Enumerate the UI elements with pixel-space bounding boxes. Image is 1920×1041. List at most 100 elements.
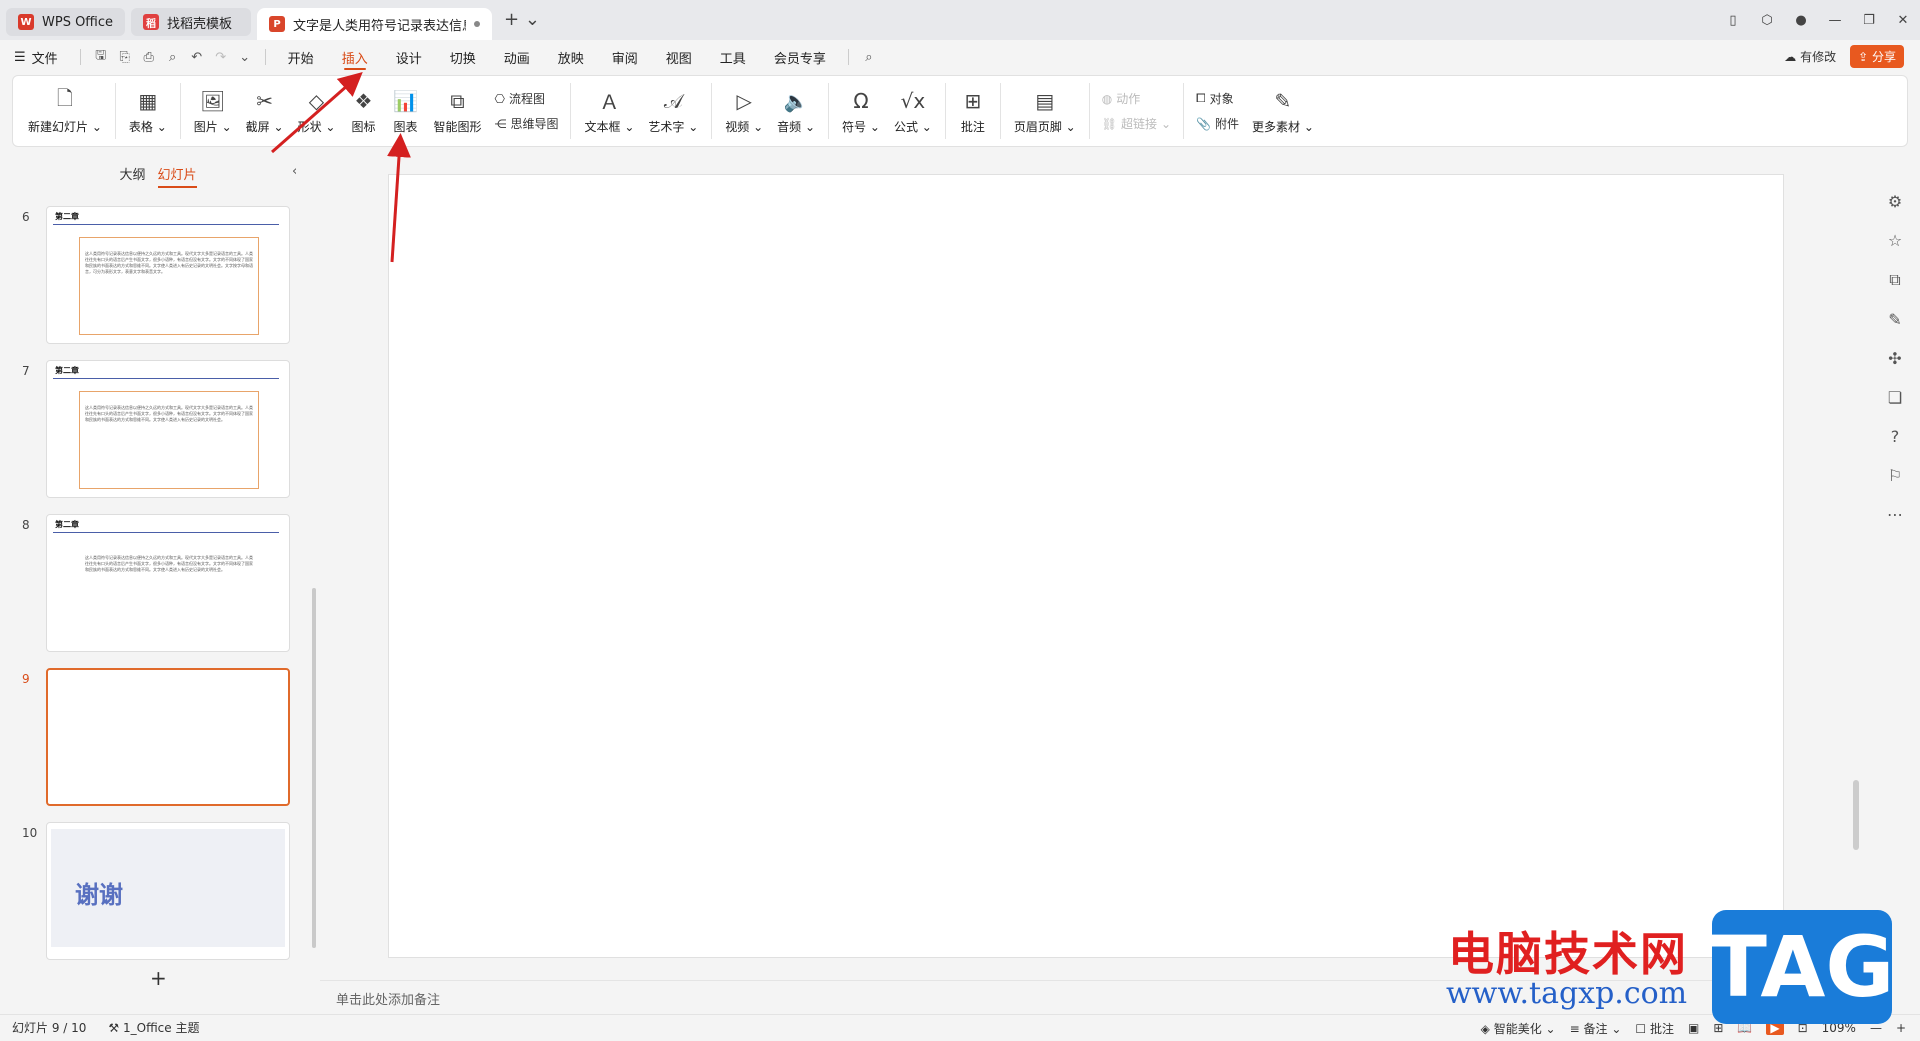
mouse-icon: ◍ bbox=[1101, 91, 1113, 106]
comment-label: 批注 bbox=[960, 119, 985, 134]
thumb-title: 第二章 bbox=[55, 520, 79, 529]
menu-insert[interactable]: 插入 bbox=[328, 40, 382, 74]
shape-button[interactable]: ◇ 形状 ⌄ bbox=[291, 78, 343, 144]
more-material-button[interactable]: ✎ 更多素材 ⌄ bbox=[1245, 78, 1321, 144]
settings-sliders-icon[interactable]: ⚙ bbox=[1888, 192, 1902, 211]
collapse-panel-icon[interactable]: ‹ bbox=[292, 164, 297, 179]
tab-docer-templates[interactable]: 稻 找稻壳模板 bbox=[131, 8, 252, 36]
slide-thumb-row[interactable]: 6 第二章 这人类用符号记录表达信息以便持之久远的方式和工具。现代文字大多是记录… bbox=[0, 206, 300, 346]
menu-member[interactable]: 会员专享 bbox=[760, 40, 840, 74]
textbox-button[interactable]: Ａ 文本框 ⌄ bbox=[577, 78, 641, 144]
chart-button[interactable]: 📊 图表 bbox=[384, 78, 426, 144]
menu-view[interactable]: 视图 bbox=[652, 40, 706, 74]
header-footer-label: 页眉页脚 bbox=[1013, 119, 1062, 134]
wps-logo-icon: W bbox=[18, 14, 34, 30]
tab-outline[interactable]: 大纲 bbox=[119, 164, 145, 188]
header-footer-button[interactable]: ▤ 页眉页脚 ⌄ bbox=[1007, 78, 1083, 144]
save-icon[interactable]: 🖫 bbox=[89, 45, 113, 69]
star-icon[interactable]: ☆ bbox=[1888, 231, 1902, 250]
share-button[interactable]: ⇪ 分享 bbox=[1850, 45, 1904, 68]
canvas-scrollbar[interactable] bbox=[1853, 160, 1859, 850]
video-button[interactable]: ▷ 视频 ⌄ bbox=[718, 78, 770, 144]
object-button[interactable]: ⧠ 对象 bbox=[1196, 90, 1239, 107]
add-slide-icon[interactable]: + bbox=[150, 966, 167, 990]
theme-button[interactable]: ⚒ 1_Office 主题 bbox=[108, 1019, 199, 1036]
search-icon[interactable]: ⌕ bbox=[857, 45, 881, 69]
picture-button[interactable]: 🖼 图片 ⌄ bbox=[187, 78, 239, 144]
cube-icon[interactable]: ⬡ bbox=[1750, 8, 1784, 32]
audio-button[interactable]: 🔈 音频 ⌄ bbox=[770, 78, 822, 144]
shirt-icon[interactable]: ⚐ bbox=[1888, 466, 1902, 485]
smartart-button[interactable]: ⧉ 智能图形 bbox=[426, 78, 488, 144]
panel-scrollbar[interactable] bbox=[312, 588, 316, 948]
print-preview-icon[interactable]: ⌕ bbox=[161, 45, 185, 69]
thumb-body: 这人类用符号记录表达信息以便持之久远的方式和工具。现代文字大多是记录语言的工具。… bbox=[85, 251, 253, 274]
more-icon[interactable]: ⋯ bbox=[1887, 505, 1903, 524]
redo-icon[interactable]: ↷ bbox=[209, 45, 233, 69]
export-icon[interactable]: ⎘ bbox=[113, 45, 137, 69]
screenshot-button[interactable]: ✂ 截屏 ⌄ bbox=[239, 78, 291, 144]
object-icon: ⧠ bbox=[1196, 91, 1206, 105]
undo-icon[interactable]: ↶ bbox=[185, 45, 209, 69]
layout-icon[interactable]: ▯ bbox=[1716, 8, 1750, 32]
tab-wps-office[interactable]: W WPS Office bbox=[6, 8, 126, 36]
new-tab-icon[interactable]: + ⌄ bbox=[504, 9, 540, 30]
right-sidebar: ⚙ ☆ ⧉ ✎ ✣ ❏ ? ⚐ ⋯ bbox=[1870, 148, 1920, 1004]
slide-thumbnail[interactable]: 第二章 这人类用符号记录表达信息以便持之久远的方式和工具。现代文字大多是记录语言… bbox=[46, 206, 290, 344]
tab-slides[interactable]: 幻灯片 bbox=[157, 164, 197, 188]
flowchart-icon: ⎔ bbox=[494, 91, 505, 106]
slide-thumb-row[interactable]: 8 第二章 这人类用符号记录表达信息以便持之久远的方式和工具。现代文字大多是记录… bbox=[0, 514, 300, 654]
symbol-button[interactable]: Ω 符号 ⌄ bbox=[835, 78, 887, 144]
smartart-icon: ⧉ bbox=[450, 88, 465, 113]
slide-thumb-row-selected[interactable]: 9 bbox=[0, 668, 300, 808]
slide-thumbnail[interactable]: 第二章 这人类用符号记录表达信息以便持之久远的方式和工具。现代文字大多是记录语言… bbox=[46, 360, 290, 498]
menu-start[interactable]: 开始 bbox=[274, 40, 328, 74]
revise-button[interactable]: ☁ 有修改 bbox=[1784, 48, 1836, 65]
tools-icon[interactable]: ✣ bbox=[1888, 349, 1901, 368]
slide-thumbnail-selected[interactable] bbox=[46, 668, 290, 806]
slide-thumb-row[interactable]: 7 第二章 这人类用符号记录表达信息以便持之久远的方式和工具。现代文字大多是记录… bbox=[0, 360, 300, 500]
help-icon[interactable]: ? bbox=[1891, 427, 1900, 446]
menu-slideshow[interactable]: 放映 bbox=[544, 40, 598, 74]
more-material-label: 更多素材 bbox=[1252, 119, 1301, 134]
minimize-icon[interactable]: — bbox=[1818, 8, 1852, 32]
edit-image-icon[interactable]: ✎ bbox=[1888, 310, 1901, 329]
new-slide-button[interactable]: 🗋 新建幻灯片 ⌄ bbox=[21, 78, 109, 144]
mindmap-button[interactable]: ⋲ 思维导图 bbox=[494, 115, 558, 132]
print-icon[interactable]: ⎙ bbox=[137, 45, 161, 69]
slide-panel: 大纲 幻灯片 ‹ 6 第二章 这人类用符号记录表达信息以便持之久远的方式和工具。… bbox=[0, 148, 316, 1004]
menu-transition[interactable]: 切换 bbox=[436, 40, 490, 74]
textbox-icon: Ａ bbox=[599, 90, 620, 114]
copy-icon[interactable]: ⧉ bbox=[1889, 270, 1900, 290]
attachment-button[interactable]: 📎 附件 bbox=[1196, 115, 1239, 132]
menu-tools[interactable]: 工具 bbox=[706, 40, 760, 74]
file-menu[interactable]: ☰ 文件 bbox=[0, 40, 72, 74]
flowchart-button[interactable]: ⎔ 流程图 bbox=[494, 90, 558, 107]
restore-icon[interactable]: ❐ bbox=[1852, 8, 1886, 32]
current-slide[interactable] bbox=[388, 174, 1784, 958]
book-icon[interactable]: ❏ bbox=[1888, 388, 1902, 407]
menu-review[interactable]: 审阅 bbox=[598, 40, 652, 74]
mindmap-label: 思维导图 bbox=[510, 117, 559, 131]
comment-button[interactable]: ⊞ 批注 bbox=[952, 78, 994, 144]
slide-thumb-row[interactable]: 10 谢谢 bbox=[0, 822, 300, 962]
chart-label: 图表 bbox=[393, 119, 418, 134]
slide-thumbnail[interactable]: 第二章 这人类用符号记录表达信息以便持之久远的方式和工具。现代文字大多是记录语言… bbox=[46, 514, 290, 652]
more-dropdown-icon[interactable]: ⌄ bbox=[233, 45, 257, 69]
formula-button[interactable]: √x 公式 ⌄ bbox=[887, 78, 939, 144]
avatar[interactable]: ● bbox=[1784, 8, 1818, 32]
docer-logo-icon: 稻 bbox=[143, 14, 160, 30]
table-label: 表格 bbox=[128, 119, 153, 134]
slide-number: 7 bbox=[22, 364, 30, 378]
wordart-button[interactable]: 𝒜 艺术字 ⌄ bbox=[641, 78, 705, 144]
table-button[interactable]: ▦ 表格 ⌄ bbox=[122, 78, 174, 144]
unsaved-dot-icon bbox=[474, 21, 481, 27]
icon-button[interactable]: ❖ 图标 bbox=[342, 78, 384, 144]
slide-thumbnail[interactable]: 谢谢 bbox=[46, 822, 290, 960]
menu-design[interactable]: 设计 bbox=[382, 40, 436, 74]
close-icon[interactable]: ✕ bbox=[1886, 8, 1920, 32]
tab-document[interactable]: P 文字是人类用符号记录表达信息以 bbox=[257, 8, 493, 40]
menu-animation[interactable]: 动画 bbox=[490, 40, 544, 74]
thumb-title: 第二章 bbox=[55, 212, 79, 221]
bar-chart-icon: 📊 bbox=[393, 88, 418, 113]
